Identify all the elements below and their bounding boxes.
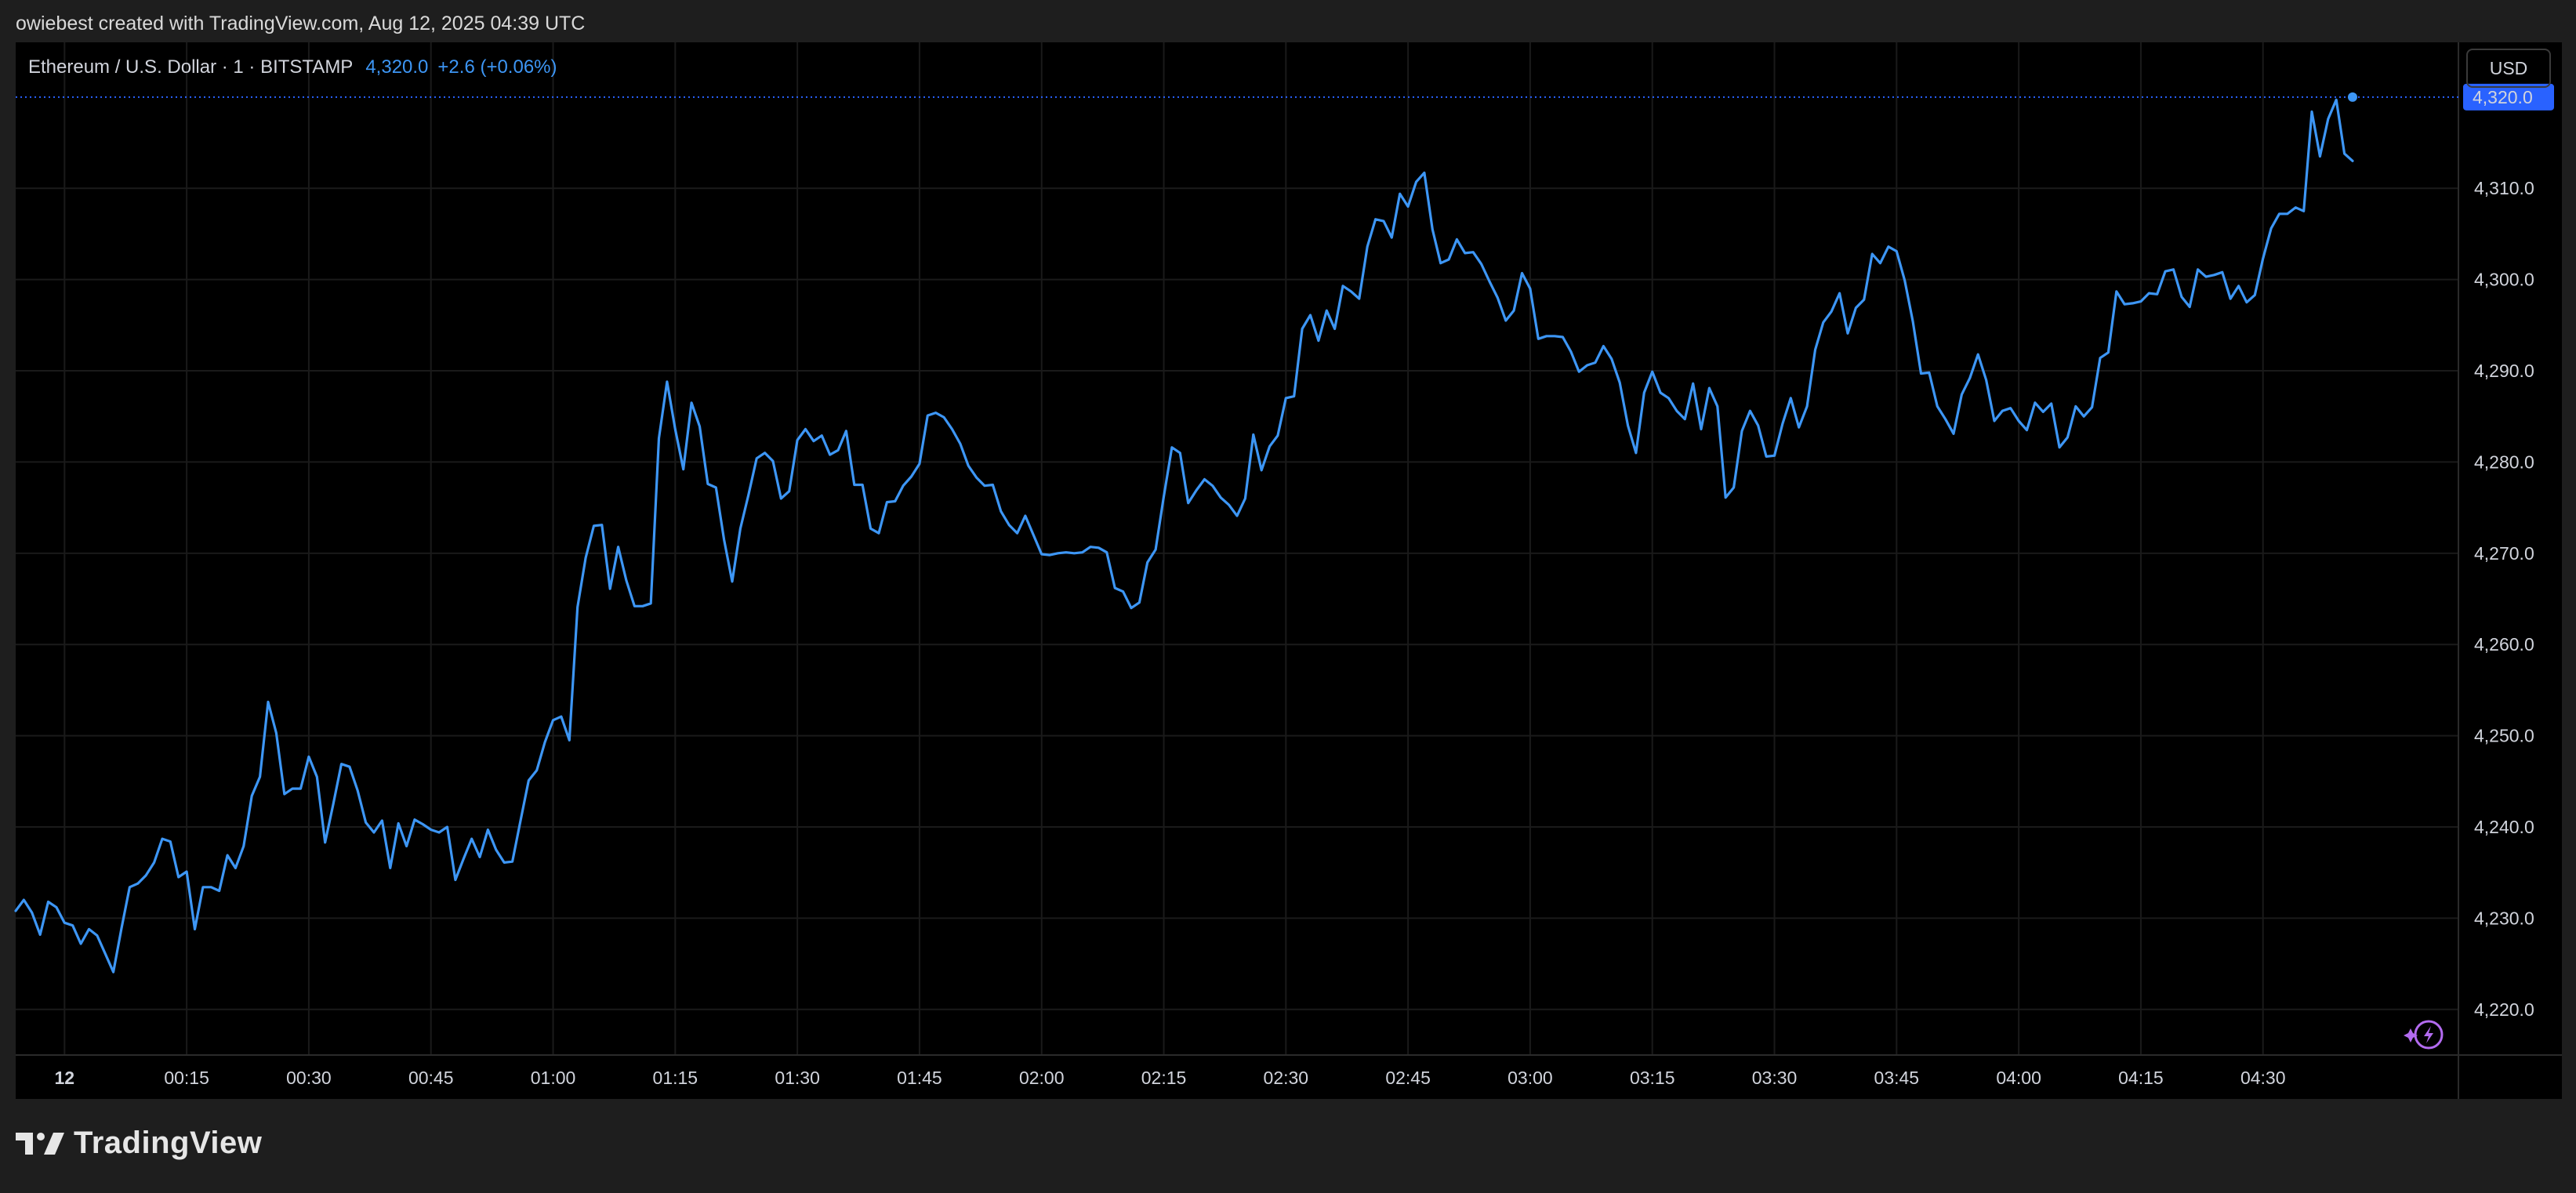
price-series (14, 98, 2354, 974)
y-tick-label: 4,230.0 (2474, 908, 2534, 928)
x-tick-label: 03:00 (1508, 1068, 1553, 1088)
x-tick-label: 02:00 (1019, 1068, 1065, 1088)
x-tick-label: 04:30 (2240, 1068, 2286, 1088)
tradingview-brand[interactable]: TradingView (16, 1126, 262, 1161)
brand-name: TradingView (74, 1126, 263, 1160)
last-price-marker: 4,320.0 (16, 83, 2554, 111)
x-tick-label: 02:45 (1385, 1068, 1431, 1088)
y-tick-label: 4,300.0 (2474, 270, 2534, 290)
price-line (14, 98, 2354, 974)
y-tick-label: 4,280.0 (2474, 451, 2534, 472)
x-tick-label: 01:00 (531, 1068, 576, 1088)
x-tick-label: 02:30 (1264, 1068, 1309, 1088)
x-tick-label: 03:45 (1874, 1068, 1920, 1088)
axis-frame (16, 42, 2562, 1099)
x-tick-label: 00:15 (164, 1068, 209, 1088)
symbol-name: Ethereum / U.S. Dollar · 1 · BITSTAMP (28, 56, 354, 78)
y-tick-label: 4,310.0 (2474, 178, 2534, 198)
y-tick-label: 4,290.0 (2474, 361, 2534, 381)
y-tick-label: 4,240.0 (2474, 817, 2534, 837)
x-axis: 12 00:15 00:30 00:45 01:00 01:15 01:30 01:45 02:… (55, 1068, 2286, 1088)
y-tick-label: 4,260.0 (2474, 634, 2534, 655)
x-tick-label: 03:30 (1752, 1068, 1798, 1088)
last-price-label: 4,320.0 (2473, 87, 2533, 107)
x-tick-label: 03:15 (1630, 1068, 1675, 1088)
last-price-dot (2347, 92, 2357, 102)
symbol-legend[interactable]: Ethereum / U.S. Dollar · 1 · BITSTAMP 4,3… (28, 56, 557, 78)
x-tick-label: 04:00 (1996, 1068, 2041, 1088)
chart-grid (16, 42, 2458, 1055)
price-chart[interactable]: 4,220.0 4,230.0 4,240.0 4,250.0 4,260.0 4,270… (0, 0, 2576, 1099)
x-tick-label: 12 (55, 1068, 75, 1088)
lightning-sparkle-icon (2404, 1020, 2444, 1050)
currency-button[interactable]: USD (2466, 49, 2551, 88)
x-tick-label: 01:15 (653, 1068, 698, 1088)
x-tick-label: 01:45 (897, 1068, 942, 1088)
x-tick-label: 00:45 (408, 1068, 454, 1088)
x-tick-label: 04:15 (2118, 1068, 2164, 1088)
y-tick-label: 4,220.0 (2474, 999, 2534, 1020)
tradingview-logo-icon (16, 1132, 64, 1155)
y-tick-label: 4,250.0 (2474, 726, 2534, 746)
x-tick-label: 00:30 (286, 1068, 332, 1088)
last-value: 4,320.0 (365, 56, 429, 78)
x-tick-label: 02:15 (1141, 1068, 1187, 1088)
y-tick-label: 4,270.0 (2474, 543, 2534, 564)
price-change: +2.6 (+0.06%) (437, 56, 557, 78)
x-tick-label: 01:30 (775, 1068, 820, 1088)
y-axis: 4,220.0 4,230.0 4,240.0 4,250.0 4,260.0 4,270… (2474, 178, 2534, 1020)
